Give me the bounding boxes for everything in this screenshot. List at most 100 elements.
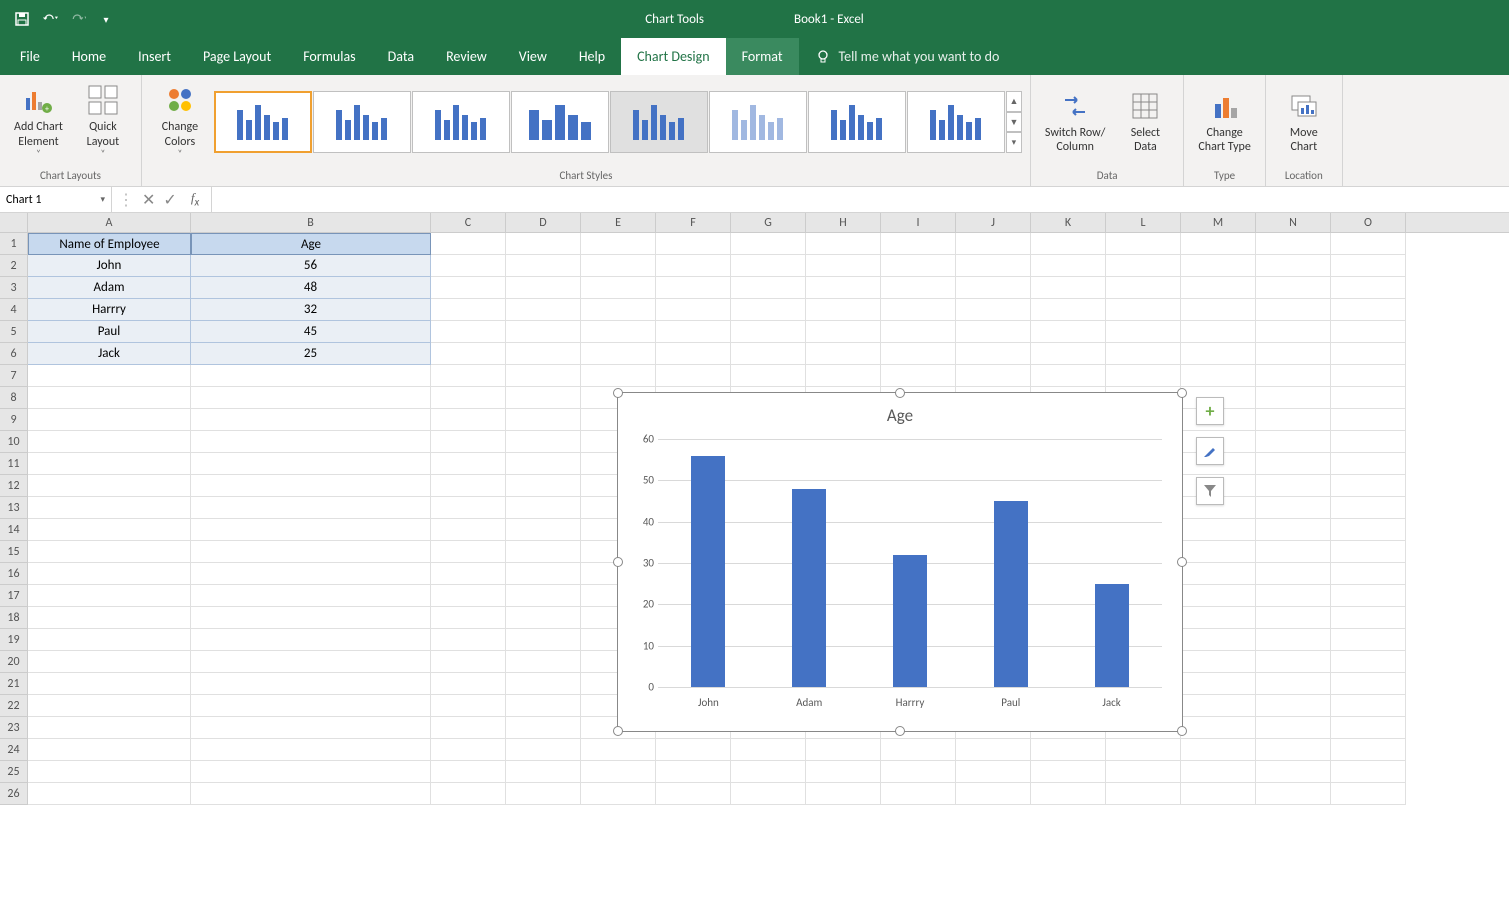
cell-A25[interactable] <box>28 761 191 783</box>
cell-A5[interactable]: Paul <box>28 321 191 343</box>
cell-C11[interactable] <box>431 453 506 475</box>
cell-O7[interactable] <box>1331 365 1406 387</box>
name-box[interactable]: Chart 1 <box>0 187 112 212</box>
gallery-up-button[interactable]: ▲ <box>1006 91 1022 112</box>
cell-B18[interactable] <box>191 607 431 629</box>
col-header-M[interactable]: M <box>1181 213 1256 232</box>
col-header-L[interactable]: L <box>1106 213 1181 232</box>
cell-K4[interactable] <box>1031 299 1106 321</box>
formula-input[interactable] <box>212 187 1509 212</box>
chart-style-3[interactable] <box>412 91 510 153</box>
row-header-6[interactable]: 6 <box>0 343 28 365</box>
tab-file[interactable]: File <box>4 38 56 75</box>
cell-H1[interactable] <box>806 233 881 255</box>
cell-B1[interactable]: Age <box>191 233 431 255</box>
cell-M17[interactable] <box>1181 585 1256 607</box>
col-header-A[interactable]: A <box>28 213 191 232</box>
cell-N8[interactable] <box>1256 387 1331 409</box>
chart-resize-handle[interactable] <box>1177 557 1187 567</box>
cell-J3[interactable] <box>956 277 1031 299</box>
save-icon[interactable] <box>14 11 30 27</box>
cell-D17[interactable] <box>506 585 581 607</box>
cell-O12[interactable] <box>1331 475 1406 497</box>
cell-E2[interactable] <box>581 255 656 277</box>
cell-B3[interactable]: 48 <box>191 277 431 299</box>
cell-A15[interactable] <box>28 541 191 563</box>
row-header-10[interactable]: 10 <box>0 431 28 453</box>
cell-A8[interactable] <box>28 387 191 409</box>
cell-M19[interactable] <box>1181 629 1256 651</box>
cell-D5[interactable] <box>506 321 581 343</box>
quick-layout-button[interactable]: Quick Layout ˅ <box>73 80 133 164</box>
cell-H5[interactable] <box>806 321 881 343</box>
cell-M4[interactable] <box>1181 299 1256 321</box>
cell-D9[interactable] <box>506 409 581 431</box>
cell-A20[interactable] <box>28 651 191 673</box>
cell-N3[interactable] <box>1256 277 1331 299</box>
cell-H2[interactable] <box>806 255 881 277</box>
cell-O20[interactable] <box>1331 651 1406 673</box>
cell-I1[interactable] <box>881 233 956 255</box>
row-header-15[interactable]: 15 <box>0 541 28 563</box>
cell-L25[interactable] <box>1106 761 1181 783</box>
cell-A26[interactable] <box>28 783 191 805</box>
cell-D12[interactable] <box>506 475 581 497</box>
cell-O16[interactable] <box>1331 563 1406 585</box>
cell-C19[interactable] <box>431 629 506 651</box>
cell-A12[interactable] <box>28 475 191 497</box>
redo-icon[interactable] <box>70 11 86 27</box>
cell-C20[interactable] <box>431 651 506 673</box>
chart-resize-handle[interactable] <box>613 557 623 567</box>
cell-K25[interactable] <box>1031 761 1106 783</box>
row-header-8[interactable]: 8 <box>0 387 28 409</box>
col-header-I[interactable]: I <box>881 213 956 232</box>
cell-C14[interactable] <box>431 519 506 541</box>
cell-G2[interactable] <box>731 255 806 277</box>
cell-C22[interactable] <box>431 695 506 717</box>
cell-A21[interactable] <box>28 673 191 695</box>
cell-D18[interactable] <box>506 607 581 629</box>
cell-E5[interactable] <box>581 321 656 343</box>
cell-J24[interactable] <box>956 739 1031 761</box>
cell-O1[interactable] <box>1331 233 1406 255</box>
cell-N10[interactable] <box>1256 431 1331 453</box>
cell-C9[interactable] <box>431 409 506 431</box>
cell-A9[interactable] <box>28 409 191 431</box>
cell-O26[interactable] <box>1331 783 1406 805</box>
cell-I6[interactable] <box>881 343 956 365</box>
cell-C17[interactable] <box>431 585 506 607</box>
cell-B13[interactable] <box>191 497 431 519</box>
row-header-20[interactable]: 20 <box>0 651 28 673</box>
cell-G1[interactable] <box>731 233 806 255</box>
row-header-25[interactable]: 25 <box>0 761 28 783</box>
cell-D4[interactable] <box>506 299 581 321</box>
cell-N23[interactable] <box>1256 717 1331 739</box>
cell-D25[interactable] <box>506 761 581 783</box>
cell-B7[interactable] <box>191 365 431 387</box>
cell-B9[interactable] <box>191 409 431 431</box>
cell-K7[interactable] <box>1031 365 1106 387</box>
cell-F2[interactable] <box>656 255 731 277</box>
row-header-11[interactable]: 11 <box>0 453 28 475</box>
cell-D24[interactable] <box>506 739 581 761</box>
cell-I5[interactable] <box>881 321 956 343</box>
cell-F25[interactable] <box>656 761 731 783</box>
cell-M25[interactable] <box>1181 761 1256 783</box>
cell-N1[interactable] <box>1256 233 1331 255</box>
row-header-4[interactable]: 4 <box>0 299 28 321</box>
chart-style-5[interactable] <box>610 91 708 153</box>
cell-O6[interactable] <box>1331 343 1406 365</box>
cell-K2[interactable] <box>1031 255 1106 277</box>
cell-D10[interactable] <box>506 431 581 453</box>
cell-B10[interactable] <box>191 431 431 453</box>
cell-F7[interactable] <box>656 365 731 387</box>
cell-N11[interactable] <box>1256 453 1331 475</box>
cell-N13[interactable] <box>1256 497 1331 519</box>
cell-B23[interactable] <box>191 717 431 739</box>
cell-I3[interactable] <box>881 277 956 299</box>
chart-title[interactable]: Age <box>618 393 1182 432</box>
cell-G5[interactable] <box>731 321 806 343</box>
cell-B2[interactable]: 56 <box>191 255 431 277</box>
row-header-12[interactable]: 12 <box>0 475 28 497</box>
cell-A19[interactable] <box>28 629 191 651</box>
